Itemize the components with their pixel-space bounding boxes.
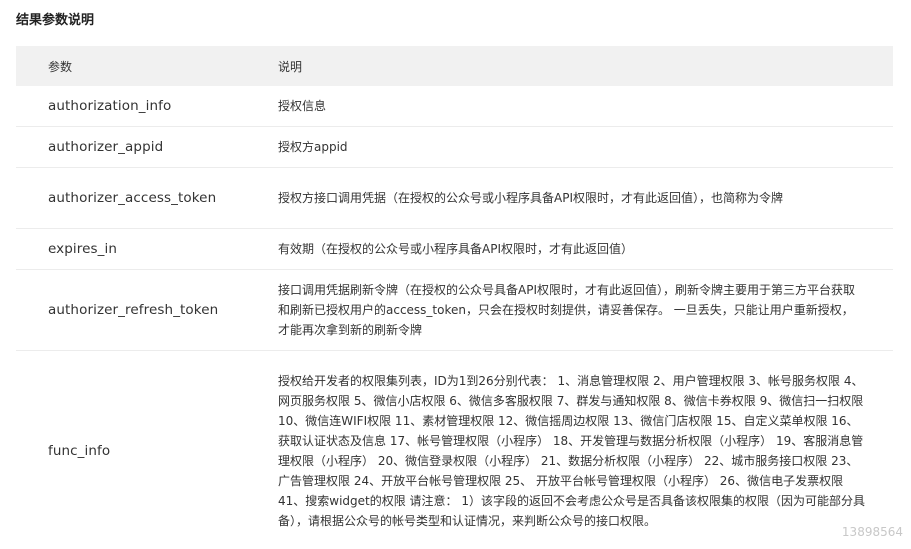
table-row: expires_in 有效期（在授权的公众号或小程序具备API权限时，才有此返回… [16,228,893,270]
param-description: 有效期（在授权的公众号或小程序具备API权限时，才有此返回值） [246,228,893,270]
table-row: func_info 授权给开发者的权限集列表，ID为1到26分别代表： 1、消息… [16,351,893,549]
table-row: authorizer_appid 授权方appid [16,126,893,168]
param-name: authorizer_access_token [16,167,246,229]
param-description: 授权方appid [246,126,893,168]
param-name: expires_in [16,228,246,270]
watermark: 13898564 [841,525,903,539]
param-name: func_info [48,443,111,459]
section-title: 结果参数说明 [16,13,95,28]
param-name: authorizer_appid [16,126,246,168]
header-param: 参数 [16,46,246,86]
param-description: 授权信息 [246,86,893,127]
param-name: authorization_info [16,86,246,127]
param-description: 接口调用凭据刷新令牌（在授权的公众号具备API权限时，才有此返回值），刷新令牌主… [246,269,893,351]
param-description: 授权给开发者的权限集列表，ID为1到26分别代表： 1、消息管理权限 2、用户管… [278,374,866,528]
header-description: 说明 [246,46,893,86]
table-header-row: 参数 说明 [16,46,893,86]
table-row: authorizer_access_token 授权方接口调用凭据（在授权的公众… [16,167,893,229]
param-description: 授权方接口调用凭据（在授权的公众号或小程序具备API权限时，才有此返回值），也简… [246,167,893,229]
param-name: authorizer_refresh_token [16,269,246,351]
result-params-table: 参数 说明 authorization_info 授权信息 authorizer… [16,46,893,549]
table-row: authorization_info 授权信息 [16,86,893,127]
table-row: authorizer_refresh_token 接口调用凭据刷新令牌（在授权的… [16,269,893,351]
